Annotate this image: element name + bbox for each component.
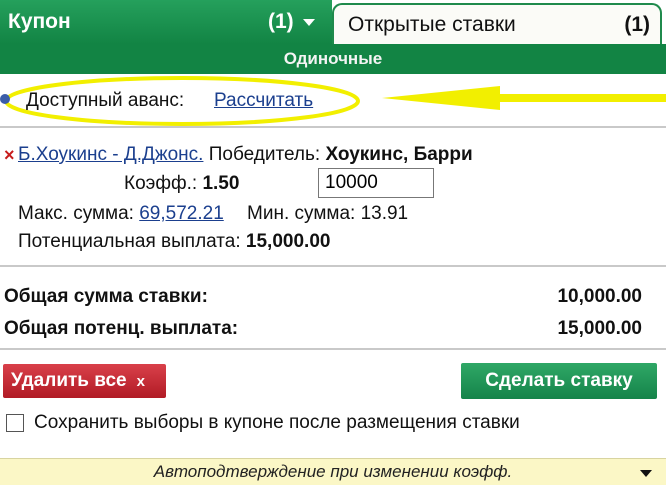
keep-selections-label: Сохранить выборы в купоне после размещен… [34,412,520,433]
market-label: Победитель: [208,144,321,165]
min-stake-label: Мин. сумма: [247,203,356,224]
odds-value: 1.50 [202,173,240,194]
available-advance-label: Доступный аванс: [26,90,185,111]
info-dot-icon [0,94,10,104]
odds-row: Коэфф.: 1.50 [124,173,239,195]
close-icon: x [136,373,145,390]
max-stake-link[interactable]: 69,572.21 [139,203,224,224]
place-bet-button[interactable]: Сделать ставку [461,363,657,399]
event-link[interactable]: Б.Хоукинс - Д.Джонс. [18,144,203,165]
selection-line: Б.Хоукинс - Д.Джонс. Победитель: Хоукинс… [18,144,473,166]
tab-coupon[interactable]: Купон (1) [0,0,332,44]
potential-payout-value: 15,000.00 [245,231,331,252]
auto-confirm-label: Автоподтверждение при изменении коэфф. [153,462,513,481]
tab-open-bets[interactable]: Открытые ставки (1) [332,3,662,44]
tab-open-bets-count: (1) [624,13,650,36]
max-stake-label: Макс. сумма: [18,203,134,224]
divider [0,348,666,350]
min-stake-value: 13.91 [360,203,409,224]
auto-confirm-bar[interactable]: Автоподтверждение при изменении коэфф. [0,458,666,485]
divider [0,265,666,267]
divider [0,126,666,128]
chevron-down-icon[interactable] [640,470,652,477]
chevron-down-icon[interactable] [303,19,315,26]
stake-input[interactable] [318,168,434,198]
delete-all-button[interactable]: Удалить все x [3,364,166,398]
calculate-link[interactable]: Рассчитать [214,90,313,112]
tab-coupon-count: (1) [268,10,294,33]
highlight-arrow [382,86,666,110]
total-payout-label: Общая потенц. выплата: [4,318,239,339]
potential-payout-row: Потенциальная выплата: 15,000.00 [18,231,330,253]
section-title-singles: Одиночные [0,44,666,74]
total-stake-label: Общая сумма ставки: [4,286,208,307]
total-payout-value: 15,000.00 [557,318,642,339]
odds-label: Коэфф.: [124,173,198,194]
tab-open-bets-label: Открытые ставки [348,13,516,36]
total-stake-value: 10,000.00 [557,286,642,307]
delete-all-label: Удалить все [11,370,127,391]
potential-payout-label: Потенциальная выплата: [18,231,241,252]
selection-pick: Хоукинс, Барри [325,144,473,165]
remove-selection-icon[interactable]: × [4,145,15,166]
stake-limits-row: Макс. сумма: 69,572.21 Мин. сумма: 13.91 [18,203,408,225]
keep-selections-checkbox[interactable] [6,414,24,432]
tab-coupon-label: Купон [8,10,71,33]
